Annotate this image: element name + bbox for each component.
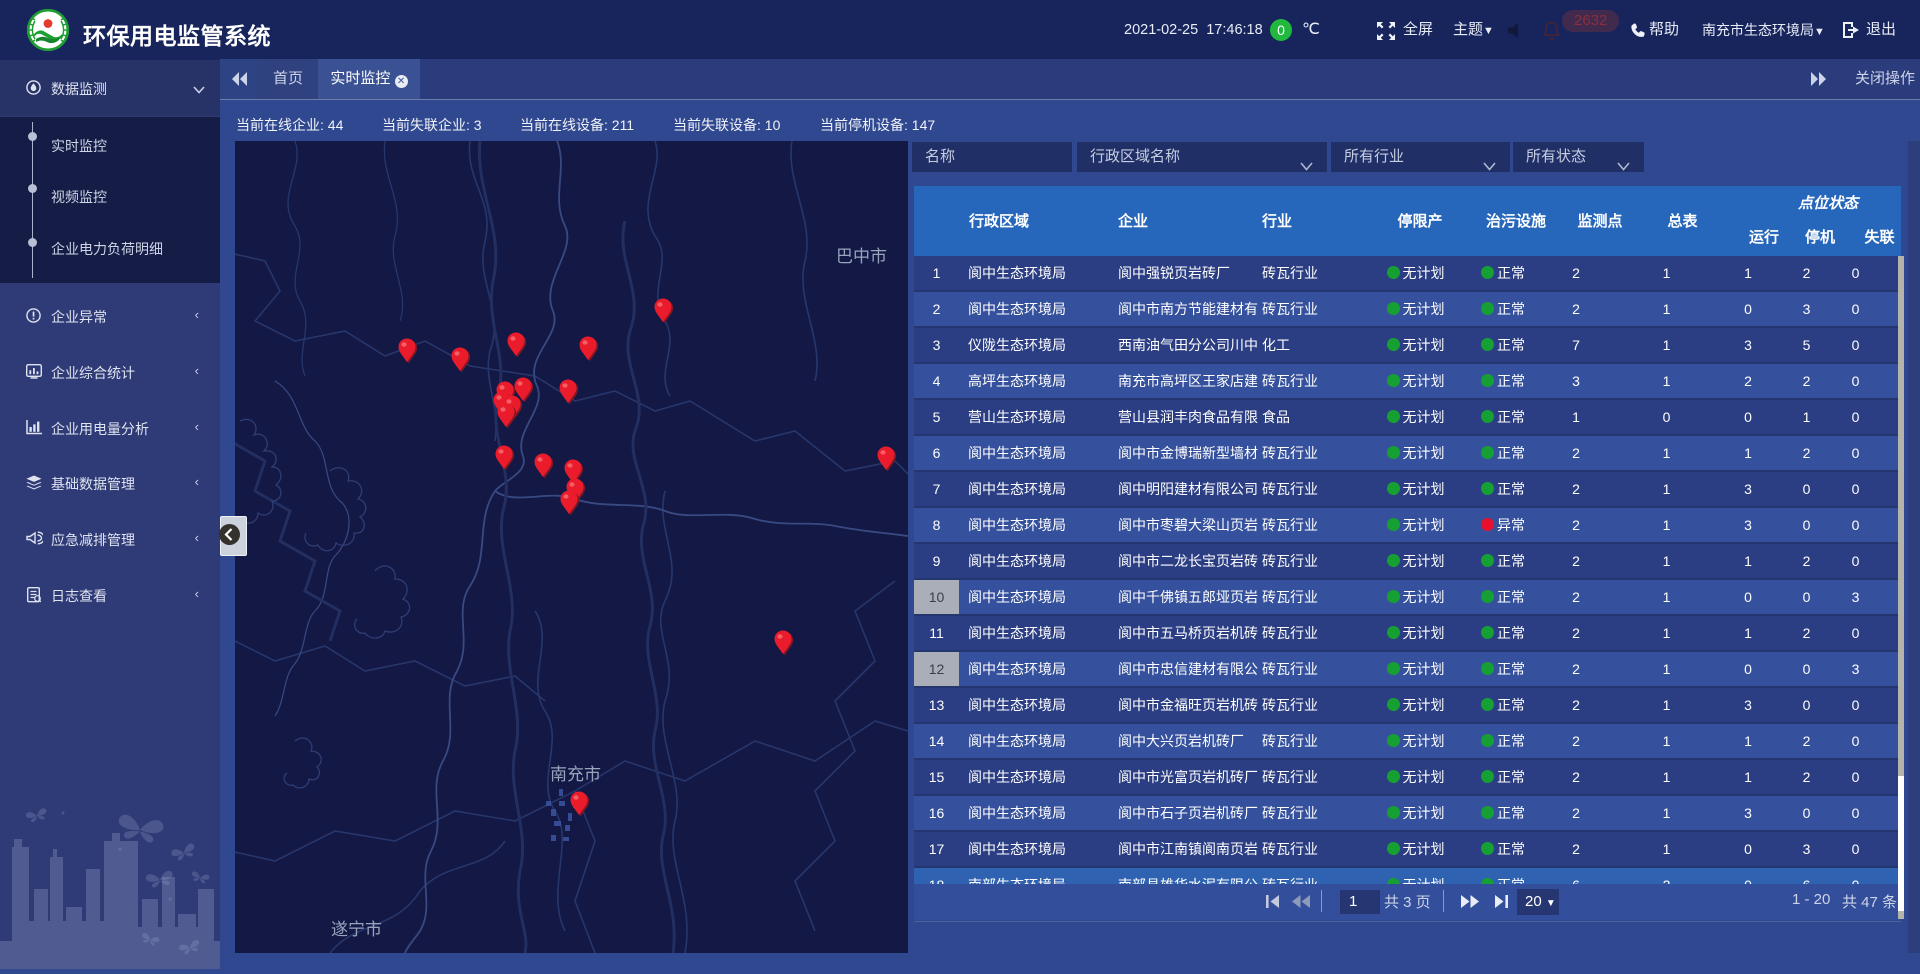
svg-text:巴中市: 巴中市 — [836, 247, 887, 266]
svg-text:遂宁市: 遂宁市 — [331, 920, 382, 939]
svg-text:南充市: 南充市 — [550, 765, 601, 784]
